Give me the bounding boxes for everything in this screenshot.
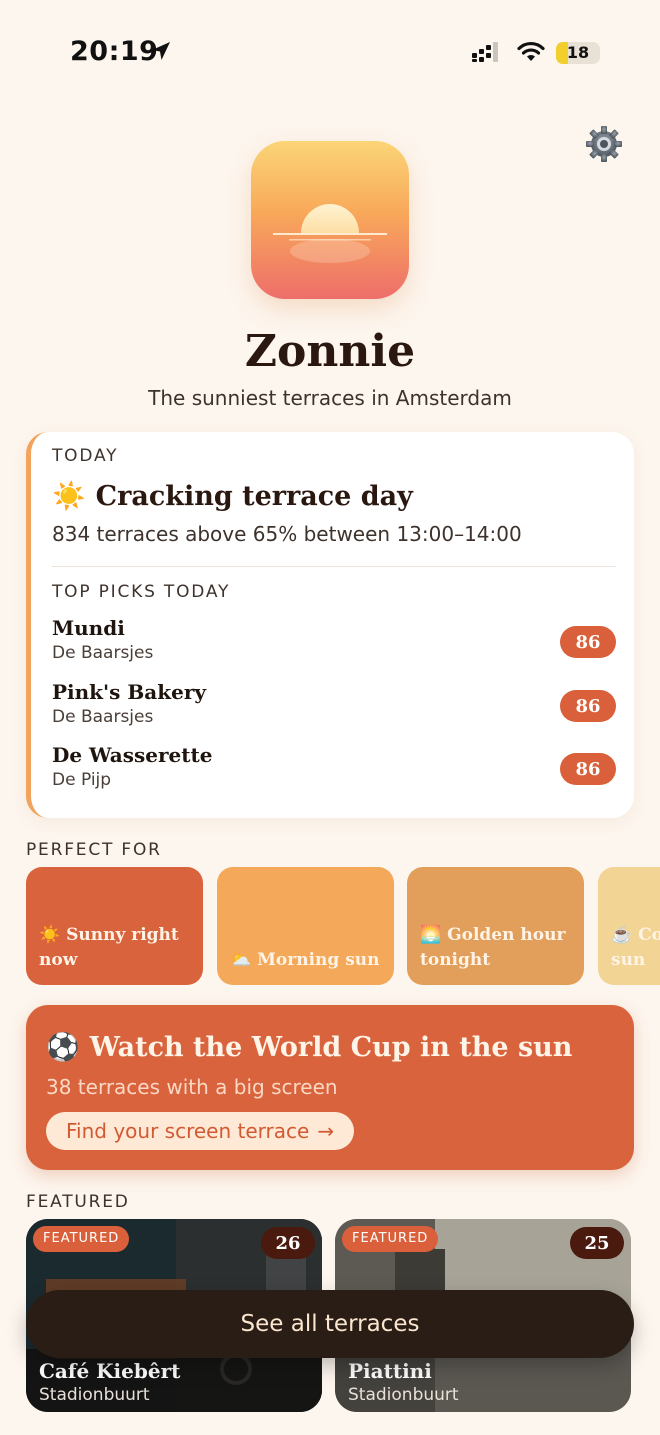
today-card: TODAY ☀️ Cracking terrace day 834 terrac… [26,432,634,818]
featured-area: Stadionbuurt [348,1385,459,1405]
gear-icon [586,126,622,162]
battery-level: 18 [566,43,590,62]
perfect-for-carousel[interactable]: ☀️ Sunny right now ⛅ Morning sun 🌅 Golde… [26,867,660,985]
app-subtitle: The sunniest terraces in Amsterdam [148,386,512,410]
sun-score-badge: 86 [560,753,616,785]
perfect-for-tile-sunny-now[interactable]: ☀️ Sunny right now [26,867,203,985]
status-time: 20:19 [70,36,159,67]
sun-score-badge: 25 [570,1227,624,1259]
find-screen-terrace-button[interactable]: Find your screen terrace → [46,1112,355,1150]
app-title: Zonnie [244,326,416,377]
tile-label-line1: Morning sun [257,950,380,970]
sun-icon: ☀️ [39,925,61,945]
pick-area: De Pijp [52,770,112,790]
world-cup-title-text: Watch the World Cup in the sun [89,1031,573,1063]
sun-icon: ☀️ [52,481,86,512]
world-cup-subtitle: 38 terraces with a big screen [46,1075,338,1099]
top-picks-label: TOP PICKS TODAY [52,582,231,602]
pick-name: Mundi [52,616,125,640]
today-label: TODAY [52,446,119,466]
wifi-icon [517,41,545,61]
today-headline: ☀️ Cracking terrace day [52,480,413,513]
pick-area: De Baarsjes [52,707,154,727]
top-pick-item[interactable]: De Wasserette De Pijp 86 [52,743,616,799]
sunset-icon: 🌅 [420,925,442,945]
perfect-for-tile-golden-hour[interactable]: 🌅 Golden hour tonight [407,867,584,985]
sun-score-badge: 26 [261,1227,315,1259]
today-summary: 834 terraces above 65% between 13:00–14:… [52,522,522,546]
pick-name: Pink's Bakery [52,680,206,704]
pick-name: De Wasserette [52,743,213,767]
tile-label-line1: Sunny right [66,925,179,945]
featured-label: FEATURED [26,1192,130,1212]
top-pick-item[interactable]: Pink's Bakery De Baarsjes 86 [52,680,616,736]
location-arrow-icon [152,42,170,60]
world-cup-title: ⚽ Watch the World Cup in the sun [46,1031,573,1064]
world-cup-banner[interactable]: ⚽ Watch the World Cup in the sun 38 terr… [26,1005,634,1170]
perfect-for-tile-coffee[interactable]: ☕ Co sun [598,867,660,985]
top-pick-item[interactable]: Mundi De Baarsjes 86 [52,616,616,672]
soccer-ball-icon: ⚽ [46,1032,80,1063]
tile-label-line1: Golden hour [447,925,566,945]
sun-score-badge: 86 [560,626,616,658]
divider [52,566,616,567]
tile-label-line1: Co [638,925,660,945]
battery-icon: 18 [556,42,600,64]
featured-name: Piattini [348,1359,432,1383]
featured-name: Café Kiebêrt [39,1359,181,1383]
tile-label-line2: tonight [420,950,491,970]
sunset-icon [273,204,387,263]
signal-icon [472,42,498,62]
pick-area: De Baarsjes [52,643,154,663]
tile-label-line2: now [39,950,78,970]
featured-area: Stadionbuurt [39,1385,150,1405]
status-bar: 20:19 18 [0,0,660,100]
sun-score-badge: 86 [560,690,616,722]
app-logo [251,141,409,299]
arrow-right-icon: → [317,1119,335,1143]
cta-label: Find your screen terrace [66,1119,310,1143]
tile-label-line2: sun [611,950,646,970]
featured-badge: FEATURED [33,1226,130,1252]
featured-badge: FEATURED [342,1226,439,1252]
coffee-icon: ☕ [611,925,633,945]
perfect-for-tile-morning-sun[interactable]: ⛅ Morning sun [217,867,394,985]
today-headline-text: Cracking terrace day [95,480,413,512]
sun-behind-cloud-icon: ⛅ [230,950,252,970]
perfect-for-label: PERFECT FOR [26,840,162,860]
see-all-terraces-button[interactable]: See all terraces [26,1290,634,1358]
settings-button[interactable] [584,124,624,164]
